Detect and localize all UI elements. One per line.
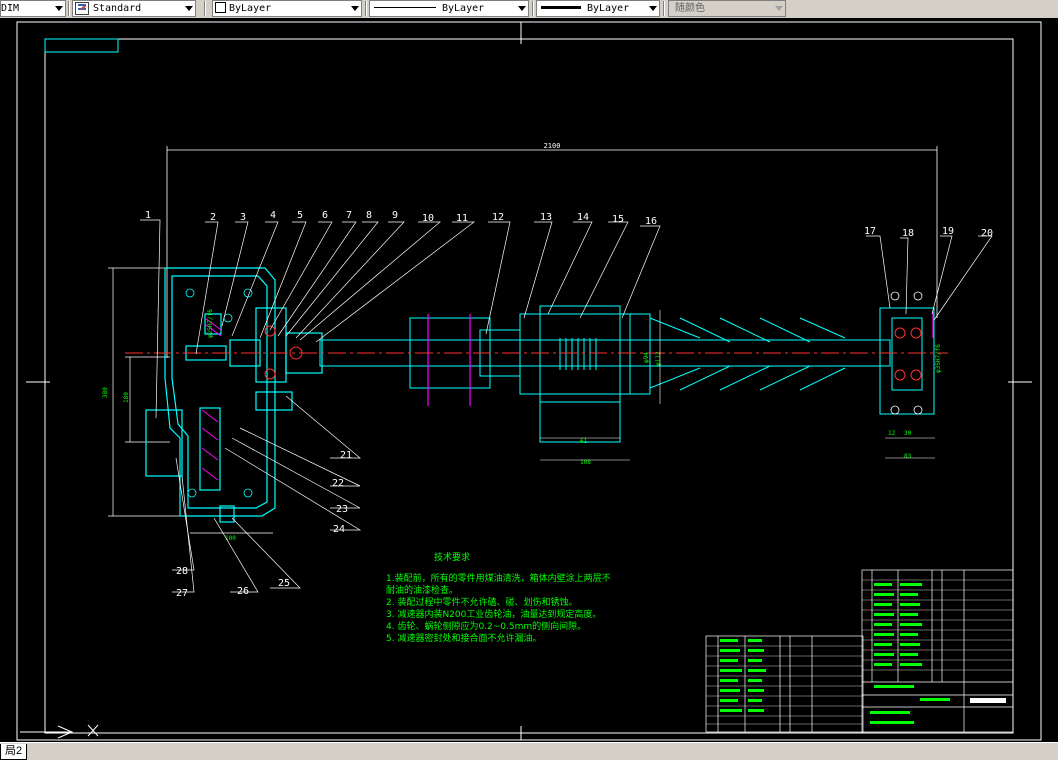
tech-note-2: 2. 装配过程中零件不允许磕、碰、划伤和锈蚀。	[386, 596, 577, 608]
tech-note-5: 5. 减速器密封处和接合面不允许漏油。	[386, 632, 541, 644]
svg-text:φ112: φ112	[655, 351, 662, 366]
callout-1: 1	[145, 210, 151, 221]
toolbar-separator	[532, 1, 534, 16]
color-value: ByLayer	[229, 3, 272, 14]
callout-10: 10	[422, 213, 434, 224]
overall-dim-text: 2100	[544, 142, 561, 150]
linetype-sample-icon	[374, 6, 436, 8]
lineweight-combo[interactable]: ByLayer	[536, 0, 660, 17]
worm-flights	[559, 317, 846, 391]
title-block-name-mark	[970, 698, 1006, 703]
main-shaft	[319, 305, 935, 443]
ucs-axis-icon	[20, 724, 99, 739]
technical-requirements: 技术要求 1.装配前，所有的零件用煤油清洗，箱体内壁涂上两层不 耐油的油漆检查。…	[386, 551, 611, 644]
linetype-combo[interactable]: ByLayer	[369, 0, 529, 17]
svg-text:100: 100	[225, 535, 236, 542]
plot-style-value: 随颜色	[675, 3, 705, 14]
text-style-value: Standard	[93, 3, 142, 14]
callout-18: 18	[902, 228, 914, 239]
left-dimensions	[108, 267, 273, 534]
callout-17: 17	[864, 226, 876, 237]
tech-note-3: 3. 减速器内装N200工业齿轮油，油量达到规定高度。	[386, 608, 601, 620]
callout-labels: 1 2 3 4 5 6 7 8 9 10 11 12 13 14 15 16 1…	[145, 210, 993, 599]
callout-4: 4	[270, 210, 276, 221]
chevron-down-icon[interactable]	[518, 6, 526, 11]
tech-note-1: 1.装配前，所有的零件用煤油清洗，箱体内壁涂上两层不	[386, 572, 611, 584]
callout-6: 6	[322, 210, 328, 221]
callout-16: 16	[645, 216, 657, 227]
callout-20: 20	[981, 228, 993, 239]
callout-5: 5	[297, 210, 303, 221]
toolbar-separator	[365, 1, 367, 16]
svg-text:12: 12	[888, 430, 896, 437]
toolbar-separator	[204, 1, 206, 16]
callout-23: 23	[336, 504, 348, 515]
chevron-down-icon[interactable]	[185, 6, 193, 11]
chevron-down-icon[interactable]	[351, 6, 359, 11]
tech-note-4: 4. 齿轮、蜗轮侧隙应为0.2~0.5mm的侧向间隙。	[386, 620, 586, 632]
callout-9: 9	[392, 210, 398, 221]
callout-12: 12	[492, 212, 504, 223]
color-combo[interactable]: ByLayer	[212, 0, 362, 17]
lineweight-value: ByLayer	[587, 3, 630, 14]
sheet-frame	[16, 21, 1042, 741]
callout-26: 26	[237, 586, 249, 597]
chevron-down-icon[interactable]	[55, 6, 63, 11]
toolbar-separator	[68, 1, 70, 16]
callout-25: 25	[278, 578, 290, 589]
svg-text:180: 180	[123, 392, 130, 403]
overall-dimension	[166, 146, 938, 358]
right-bearing	[894, 327, 922, 381]
svg-text:83: 83	[904, 453, 912, 460]
callout-leaders	[140, 219, 993, 593]
svg-text:61: 61	[580, 438, 588, 445]
tech-note-1b: 耐油的油漆检查。	[386, 584, 458, 596]
parts-list-cell-marks	[720, 583, 950, 724]
gearbox-housing	[145, 267, 323, 523]
callout-15: 15	[612, 214, 624, 225]
cad-drawing: 2100 380 180 100 φ94 φ112 61 108 12 30 8…	[16, 21, 1042, 741]
callout-3: 3	[240, 212, 246, 223]
callout-21: 21	[340, 450, 352, 461]
svg-text:380: 380	[102, 387, 109, 398]
callout-8: 8	[366, 210, 372, 221]
callout-2: 2	[210, 212, 216, 223]
callout-27: 27	[176, 588, 188, 599]
properties-toolbar: DIM Standard ByLayer ByLayer ByLayer 随颜色	[0, 0, 1058, 19]
color-swatch-icon	[215, 1, 226, 13]
dimension-style-value: DIM	[1, 3, 20, 14]
callout-14: 14	[577, 212, 589, 223]
callout-28: 28	[176, 566, 188, 577]
housing-hatch	[201, 317, 222, 481]
chevron-down-icon[interactable]	[649, 6, 657, 11]
frame-corner-tab	[44, 38, 119, 53]
chevron-down-icon[interactable]	[775, 6, 783, 11]
svg-text:φ35H7/f6: φ35H7/f6	[935, 344, 942, 373]
callout-22: 22	[332, 478, 344, 489]
shaft-dim-lines	[540, 310, 935, 461]
lineweight-sample-icon	[541, 5, 581, 9]
callout-19: 19	[942, 226, 954, 237]
toolbar-separator	[663, 1, 665, 16]
callout-11: 11	[456, 213, 468, 224]
text-style-combo[interactable]: Standard	[72, 0, 196, 17]
shaft-hatch	[427, 312, 934, 406]
tab-layout[interactable]: 局2	[0, 744, 28, 760]
linetype-value: ByLayer	[442, 3, 485, 14]
tech-title: 技术要求	[434, 551, 470, 563]
housing-bolts	[185, 288, 253, 498]
drawing-canvas[interactable]: 2100 380 180 100 φ94 φ112 61 108 12 30 8…	[0, 18, 1058, 742]
dimension-style-combo[interactable]: DIM	[0, 0, 66, 17]
plot-style-combo[interactable]: 随颜色	[668, 0, 786, 17]
svg-text:30: 30	[904, 430, 912, 437]
callout-7: 7	[346, 210, 352, 221]
callout-13: 13	[540, 212, 552, 223]
status-bar: 局2	[0, 742, 1058, 760]
svg-text:φ25H7/f6: φ25H7/f6	[207, 309, 214, 338]
callout-24: 24	[333, 524, 345, 535]
text-style-icon	[75, 2, 90, 15]
svg-text:φ94: φ94	[643, 352, 650, 363]
